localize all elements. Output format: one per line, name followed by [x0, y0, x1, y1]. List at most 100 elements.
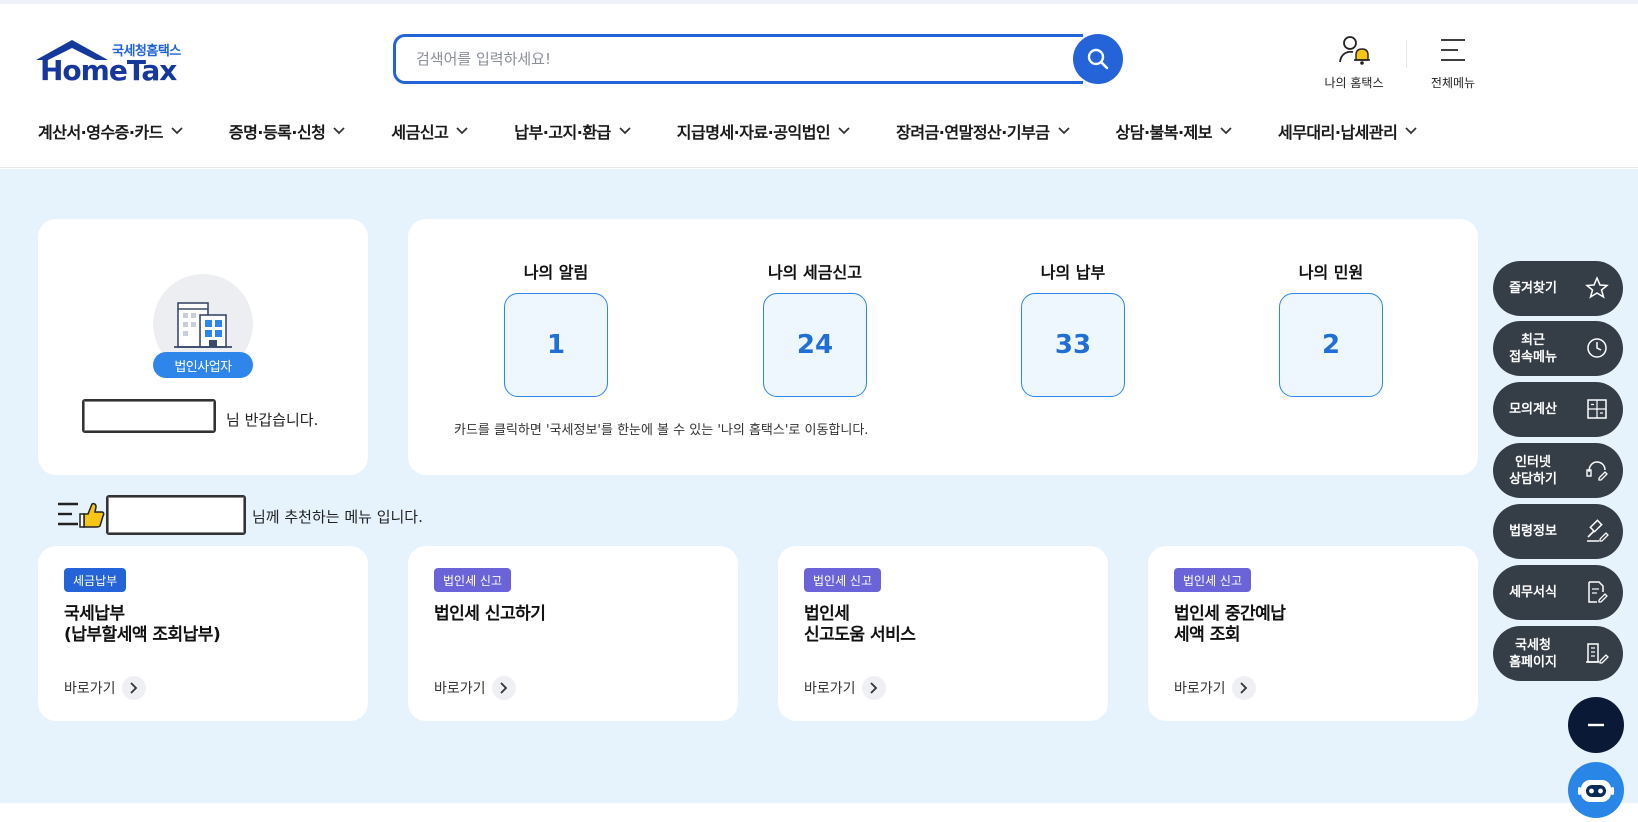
- stat-title: 나의 민원: [1298, 263, 1364, 282]
- quick-label: 세무서식: [1509, 585, 1557, 600]
- quick-nts-homepage[interactable]: 국세청 홈페이지: [1493, 626, 1623, 681]
- goto-link[interactable]: 바로가기: [64, 676, 146, 700]
- recommend-text: 님께 추천하는 메뉴 입니다.: [252, 508, 423, 526]
- all-menu-label: 전체메뉴: [1430, 76, 1476, 90]
- stat-value[interactable]: 24: [763, 293, 867, 397]
- nav-item-incentive[interactable]: 장려금·연말정산·기부금: [896, 116, 1070, 146]
- hamburger-icon: [1441, 39, 1465, 61]
- nav-item-tax-report[interactable]: 세금신고: [391, 116, 468, 146]
- nav-item-agent[interactable]: 세무대리·납세관리: [1278, 116, 1417, 146]
- nav-item-payment[interactable]: 납부·고지·환급: [514, 116, 631, 146]
- category-tag: 법인세 신고: [804, 568, 882, 592]
- chevron-down-icon: [1220, 127, 1232, 135]
- search-button[interactable]: [1073, 34, 1123, 84]
- chevron-down-icon: [333, 127, 346, 135]
- chevron-down-icon: [1405, 127, 1417, 135]
- calculator-icon: [1587, 399, 1607, 419]
- stat-payments[interactable]: 나의 납부 33: [988, 259, 1158, 397]
- menu-title-line: 신고도움 서비스: [804, 625, 916, 645]
- nav-label: 계산서·영수증·카드: [38, 123, 163, 142]
- quick-label: 최근 접속메뉴: [1509, 332, 1557, 365]
- nav-item-invoice[interactable]: 계산서·영수증·카드: [38, 116, 183, 146]
- chevron-down-icon: [1057, 127, 1070, 135]
- hometax-logo[interactable]: 국세청홈택스 HomeTax: [36, 34, 206, 94]
- category-tag: 법인세 신고: [1174, 568, 1252, 592]
- minus-icon: [1588, 723, 1604, 727]
- nav-label: 상담·불복·제보: [1115, 123, 1213, 142]
- menu-card-tax-payment[interactable]: 세금납부 국세납부 (납부할세액 조회납부) 바로가기: [38, 546, 368, 721]
- stat-title: 나의 세금신고: [768, 263, 862, 282]
- my-hometax-label: 나의 홈택스: [1324, 76, 1384, 90]
- chevron-right-icon: [491, 676, 516, 700]
- quick-favorites[interactable]: 즐겨찾기: [1493, 261, 1623, 316]
- menu-title: 법인세 중간예납 세액 조회: [1174, 604, 1286, 646]
- footer-strip: [0, 803, 1638, 822]
- quick-recent-menu[interactable]: 최근 접속메뉴: [1493, 321, 1623, 376]
- stat-petitions[interactable]: 나의 민원 2: [1246, 259, 1416, 397]
- quick-internet-consult[interactable]: 인터넷 상담하기: [1493, 443, 1623, 498]
- gavel-icon: [1587, 519, 1609, 542]
- my-hometax-link[interactable]: 나의 홈택스: [1318, 34, 1390, 91]
- goto-label: 바로가기: [804, 681, 856, 697]
- stat-notifications[interactable]: 나의 알림 1: [471, 259, 641, 397]
- nav-item-certificate[interactable]: 증명·등록·신청: [228, 116, 346, 146]
- menu-title-line: 법인세 신고하기: [434, 604, 546, 624]
- stat-value[interactable]: 1: [504, 293, 608, 397]
- user-bell-icon: [1339, 36, 1370, 65]
- menu-card-corp-tax-interim[interactable]: 법인세 신고 법인세 중간예납 세액 조회 바로가기: [1148, 546, 1478, 721]
- logo-title: HomeTax: [40, 54, 177, 87]
- summary-note: 카드를 클릭하면 '국세정보'를 한눈에 볼 수 있는 '나의 홈택스'로 이동…: [454, 423, 869, 438]
- corporate-badge: 법인사업자: [153, 352, 253, 378]
- stat-value[interactable]: 33: [1021, 293, 1125, 397]
- stat-value[interactable]: 2: [1279, 293, 1383, 397]
- chevron-right-icon: [1231, 676, 1256, 700]
- menu-title-line: 국세납부: [64, 604, 125, 624]
- stat-tax-reports[interactable]: 나의 세금신고 24: [730, 259, 900, 397]
- quick-label: 법령정보: [1509, 524, 1557, 539]
- header-divider: [1406, 40, 1407, 68]
- chevron-right-icon: [121, 676, 146, 700]
- chatbot-button[interactable]: [1568, 762, 1624, 818]
- search-bar: [393, 34, 1123, 86]
- chevron-down-icon: [171, 127, 183, 135]
- quick-tax-forms[interactable]: 세무서식: [1493, 565, 1623, 620]
- nav-item-statement[interactable]: 지급명세·자료·공익법인: [677, 116, 850, 146]
- nav-label: 지급명세·자료·공익법인: [676, 123, 831, 142]
- nav-label: 증명·등록·신청: [228, 123, 326, 142]
- goto-label: 바로가기: [1174, 681, 1226, 697]
- nav-item-consult[interactable]: 상담·불복·제보: [1116, 116, 1232, 146]
- user-name-masked: [82, 399, 216, 433]
- quick-simulation[interactable]: 모의계산: [1493, 382, 1623, 437]
- user-name-masked: [106, 495, 246, 535]
- quick-label: 즐겨찾기: [1509, 281, 1557, 296]
- robot-icon: [1578, 780, 1614, 802]
- clock-icon: [1587, 338, 1607, 358]
- menu-title-line: 법인세: [804, 604, 850, 624]
- header: 국세청홈택스 HomeTax 나의 홈택스 전체메뉴 계산서·: [0, 4, 1638, 168]
- all-menu-button[interactable]: 전체메뉴: [1422, 34, 1484, 91]
- category-tag: 세금납부: [64, 568, 127, 592]
- menu-title: 법인세 신고도움 서비스: [804, 604, 916, 646]
- building-icon: [174, 302, 232, 348]
- category-tag: 법인세 신고: [434, 568, 512, 592]
- chevron-right-icon: [861, 676, 886, 700]
- main-content: 법인사업자 님 반갑습니다. 나의 알림 1 나의 세금신고 24 나의 납부 …: [0, 169, 1638, 803]
- goto-link[interactable]: 바로가기: [434, 676, 516, 700]
- menu-title: 법인세 신고하기: [434, 604, 546, 625]
- menu-title-line: (납부할세액 조회납부): [64, 625, 221, 645]
- chevron-down-icon: [456, 127, 468, 135]
- main-navigation: 계산서·영수증·카드 증명·등록·신청 세금신고 납부·고지·환급 지급명세·자…: [38, 116, 1417, 146]
- goto-link[interactable]: 바로가기: [804, 676, 886, 700]
- quick-menu-collapse-button[interactable]: [1568, 697, 1624, 753]
- quick-label: 모의계산: [1509, 402, 1557, 417]
- menu-card-corp-tax-help[interactable]: 법인세 신고 법인세 신고도움 서비스 바로가기: [778, 546, 1108, 721]
- quick-law-info[interactable]: 법령정보: [1493, 504, 1623, 559]
- goto-link[interactable]: 바로가기: [1174, 676, 1256, 700]
- document-icon: [1588, 581, 1608, 603]
- nav-label: 장려금·연말정산·기부금: [896, 123, 1050, 142]
- quick-label: 인터넷 상담하기: [1509, 454, 1557, 487]
- menu-card-corp-tax-report[interactable]: 법인세 신고 법인세 신고하기 바로가기: [408, 546, 738, 721]
- menu-title: 국세납부 (납부할세액 조회납부): [64, 604, 221, 646]
- stat-title: 나의 납부: [1040, 263, 1106, 282]
- search-input[interactable]: [393, 34, 1083, 84]
